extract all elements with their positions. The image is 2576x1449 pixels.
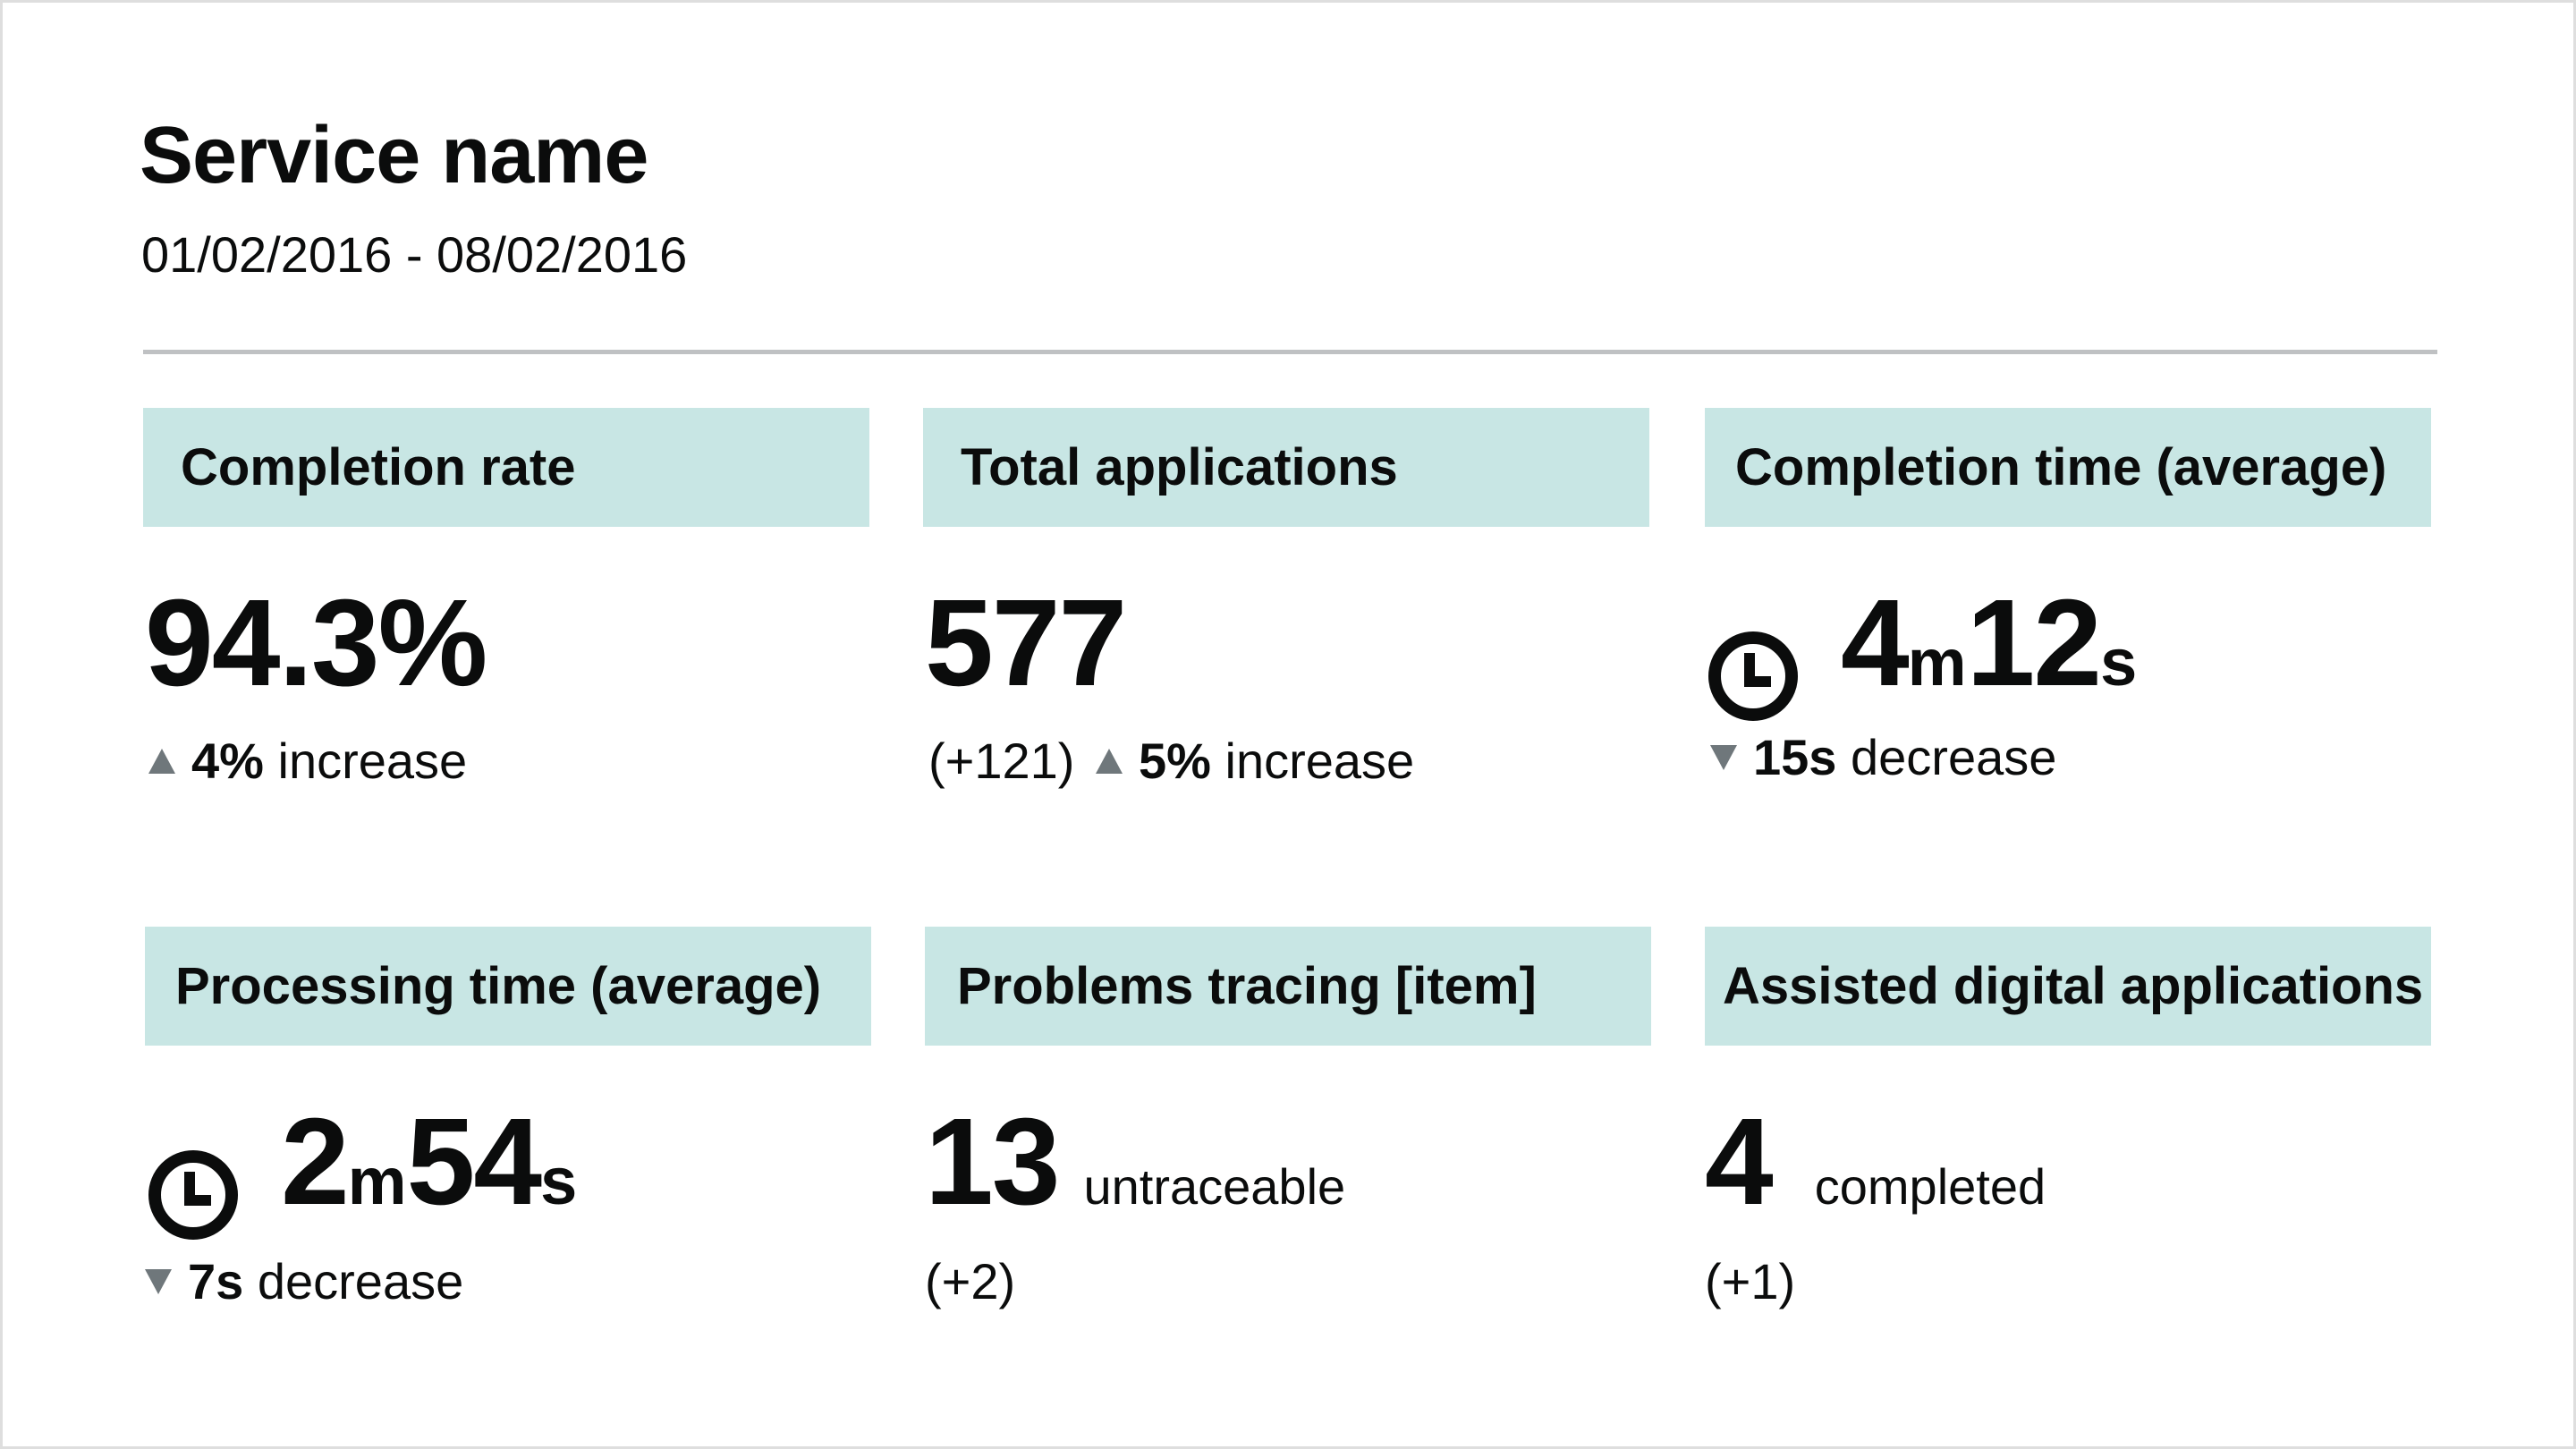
change-value: 7s [188,1253,244,1309]
card-title: Total applications [961,438,1398,496]
triangle-down-icon [1710,745,1737,771]
card-total-applications: Total applications 577 (+121) 5% increas… [923,408,1649,855]
metric-suffix: completed [1814,1158,2046,1215]
card-assisted-digital: Assisted digital applications 4 completed… [1705,927,2431,1374]
metric-value: 94.3% [145,574,487,712]
card-title: Completion time (average) [1735,438,2387,496]
seconds-unit: s [2100,625,2138,699]
seconds-unit: s [540,1144,578,1218]
card-problems-tracing: Problems tracing [item] 13 untraceable (+… [925,927,1651,1374]
card-header: Processing time (average) [145,927,871,1046]
metric-value: 4 [1705,1093,1774,1231]
card-title: Assisted digital applications [1723,957,2424,1015]
card-processing-time: Processing time (average) 2m54s 7s decre… [145,927,871,1374]
change-value: 4% [191,733,264,789]
card-value: 4m12s [1707,574,2138,721]
clock-icon [148,1149,238,1240]
change-detail: (+2) [925,1253,1016,1309]
change-text: increase [1224,733,1415,789]
metric-suffix: untraceable [1083,1158,1346,1215]
card-header: Completion rate [143,408,869,527]
minutes-unit: m [347,1144,407,1218]
seconds-value: 54 [406,1093,542,1231]
card-title: Processing time (average) [175,957,822,1015]
card-title: Problems tracing [item] [957,957,1537,1015]
date-range: 01/02/2016 - 08/02/2016 [141,226,688,283]
card-header: Total applications [923,408,1649,527]
card-value: 94.3% [145,574,487,712]
card-value: 4 completed [1705,1095,2046,1229]
change-line: 4% increase [148,730,467,792]
minutes-unit: m [1907,625,1967,699]
metric-value: 13 [925,1093,1060,1231]
change-text: increase [277,733,468,789]
card-value: 577 [925,574,1127,712]
change-text: decrease [257,1253,464,1309]
change-line: (+121) 5% increase [928,730,1414,792]
change-line: 7s decrease [145,1250,463,1313]
minutes-value: 4 [1841,574,1910,712]
metric-value: 577 [925,574,1127,712]
clock-icon [1708,631,1798,721]
card-header: Assisted digital applications [1705,927,2431,1046]
card-title: Completion rate [181,438,576,496]
page-title: Service name [140,111,648,200]
card-completion-time: Completion time (average) 4m12s 15s decr… [1705,408,2431,855]
minutes-value: 2 [281,1093,350,1231]
change-count: (+121) [928,733,1075,789]
card-completion-rate: Completion rate 94.3% 4% increase [143,408,869,855]
card-header: Problems tracing [item] [925,927,1651,1046]
header-divider [143,350,2437,354]
change-line: 15s decrease [1710,726,2056,789]
triangle-down-icon [145,1269,172,1295]
change-text: decrease [1851,729,2057,785]
triangle-up-icon [1096,749,1123,775]
card-header: Completion time (average) [1705,408,2431,527]
card-value: 13 untraceable [925,1095,1345,1229]
seconds-value: 12 [1966,574,2102,712]
triangle-up-icon [148,749,175,775]
change-value: 5% [1139,733,1211,789]
change-value: 15s [1753,729,1837,785]
card-value: 2m54s [147,1093,578,1240]
change-detail: (+1) [1705,1253,1796,1309]
